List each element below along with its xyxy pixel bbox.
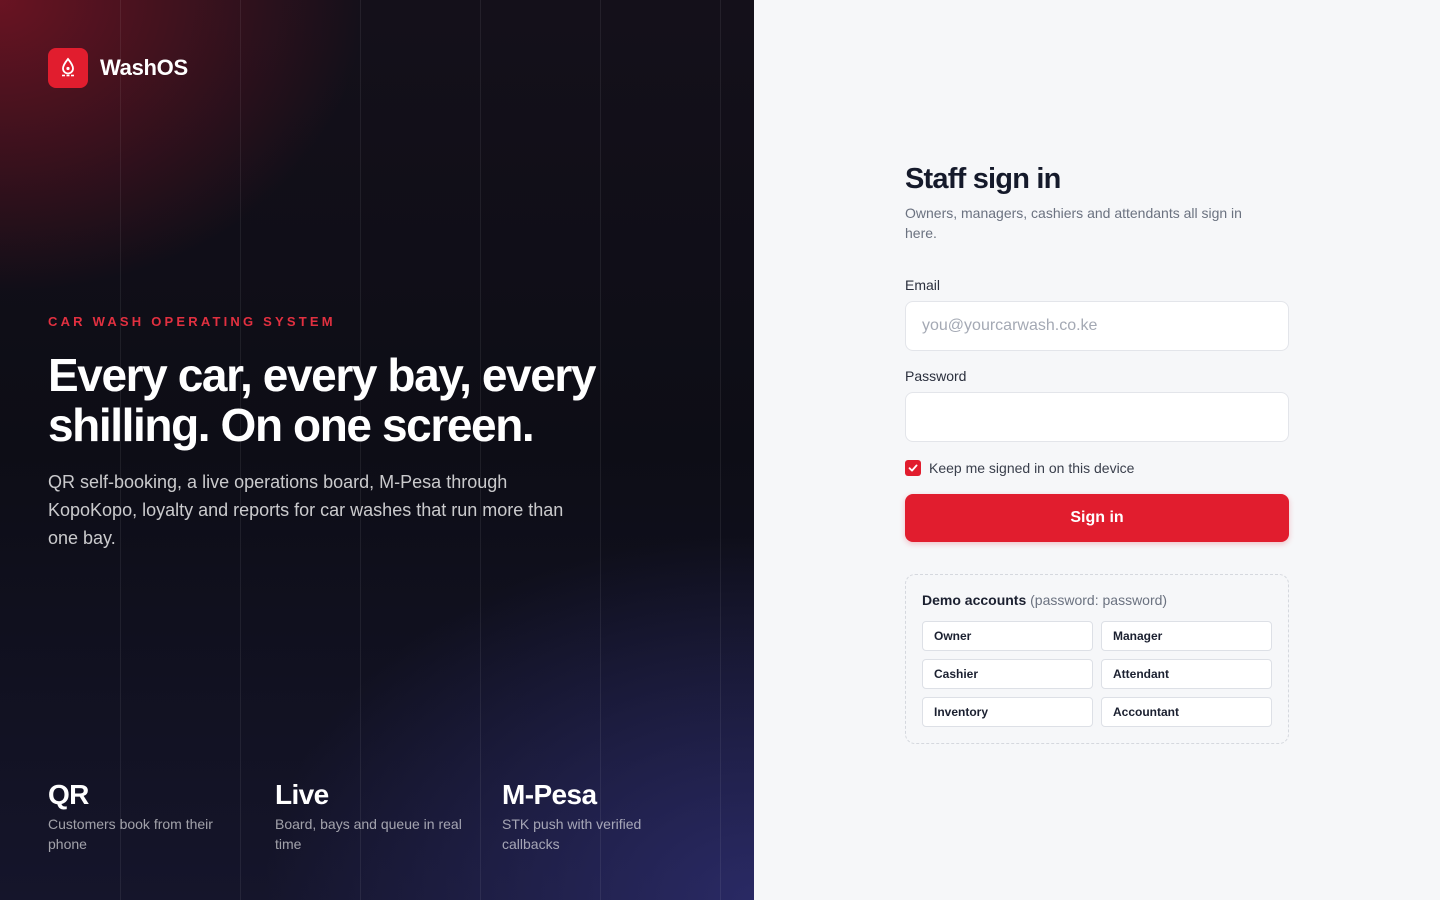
feature-qr: QR Customers book from their phone <box>48 778 275 854</box>
feature-description: Board, bays and queue in real time <box>275 816 462 852</box>
email-field[interactable] <box>905 301 1289 351</box>
feature-title: Live <box>275 779 329 810</box>
feature-live: Live Board, bays and queue in real time <box>275 778 502 854</box>
password-field[interactable] <box>905 392 1289 442</box>
grid-line <box>600 0 601 900</box>
demo-owner-button[interactable]: Owner <box>922 621 1093 651</box>
feature-list: QR Customers book from their phone Live … <box>48 778 729 854</box>
hero-description: QR self-booking, a live operations board… <box>48 472 564 548</box>
feature-mpesa: M-Pesa STK push with verified callbacks <box>502 778 729 854</box>
hero-panel: WashOS CAR WASH OPERATING SYSTEM Every c… <box>0 0 754 900</box>
demo-password-hint: (password: password) <box>1030 592 1168 608</box>
hero-eyebrow: CAR WASH OPERATING SYSTEM <box>48 314 336 329</box>
demo-accounts-title: Demo accounts <box>922 592 1027 608</box>
sign-in-form: Staff sign in Owners, managers, cashiers… <box>905 162 1289 744</box>
brand-name: WashOS <box>100 55 188 80</box>
hero-headline: Every car, every bay, every shilling. On… <box>48 349 596 451</box>
remember-checkbox[interactable] <box>905 460 921 476</box>
demo-account-grid: Owner Manager Cashier Attendant Inventor… <box>922 621 1272 727</box>
feature-description: STK push with verified callbacks <box>502 816 642 852</box>
feature-title: M-Pesa <box>502 779 597 810</box>
demo-attendant-button[interactable]: Attendant <box>1101 659 1272 689</box>
demo-manager-button[interactable]: Manager <box>1101 621 1272 651</box>
remember-me[interactable]: Keep me signed in on this device <box>905 460 1289 476</box>
email-label: Email <box>905 277 941 293</box>
feature-title: QR <box>48 779 89 810</box>
feature-description: Customers book from their phone <box>48 816 213 852</box>
remember-label: Keep me signed in on this device <box>929 460 1135 476</box>
check-icon <box>908 464 918 472</box>
demo-accounts-box: Demo accounts (password: password) Owner… <box>905 574 1289 744</box>
demo-accounts-heading: Demo accounts (password: password) <box>922 592 1272 608</box>
form-subtitle: Owners, managers, cashiers and attendant… <box>905 205 1242 241</box>
droplet-icon <box>48 48 88 88</box>
form-title: Staff sign in <box>905 163 1061 195</box>
demo-cashier-button[interactable]: Cashier <box>922 659 1093 689</box>
grid-line <box>720 0 721 900</box>
demo-accountant-button[interactable]: Accountant <box>1101 697 1272 727</box>
sign-in-panel: Staff sign in Owners, managers, cashiers… <box>754 0 1440 900</box>
sign-in-button[interactable]: Sign in <box>905 494 1289 542</box>
demo-inventory-button[interactable]: Inventory <box>922 697 1093 727</box>
brand-logo[interactable]: WashOS <box>48 48 188 88</box>
password-label: Password <box>905 368 967 384</box>
